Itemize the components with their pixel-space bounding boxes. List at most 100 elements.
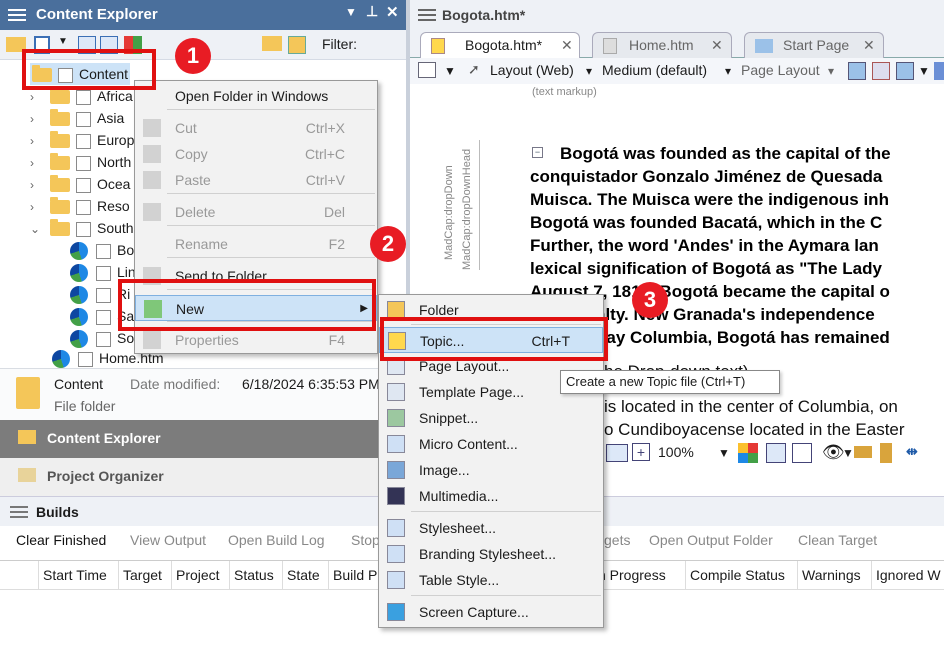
chevron-right-icon[interactable]: › — [30, 130, 46, 152]
dropdown-icon[interactable]: ▼ — [345, 5, 357, 19]
nav-project-organizer[interactable]: Project Organizer — [0, 458, 406, 496]
tree-item-folder[interactable]: › North — [30, 151, 131, 173]
new-item-icon[interactable] — [288, 36, 306, 54]
zoom-value[interactable]: 100% — [658, 444, 694, 460]
print-icon[interactable] — [848, 62, 866, 80]
hamburger-icon[interactable] — [8, 9, 26, 11]
fit-icon[interactable] — [606, 444, 628, 462]
tab-start-page[interactable]: Start Page ✕ — [744, 32, 884, 58]
fit-width-icon[interactable]: ⇹ — [906, 443, 918, 460]
table-icon[interactable] — [792, 443, 812, 463]
preview-icon[interactable] — [418, 62, 436, 78]
column-divider[interactable] — [229, 561, 230, 589]
column-header[interactable]: Status — [234, 567, 274, 583]
tree-item-folder[interactable]: › Europe — [30, 129, 142, 151]
tab-bogota[interactable]: Bogota.htm* ✕ — [420, 32, 580, 58]
submenu-item[interactable]: Screen Capture... — [379, 599, 603, 625]
close-icon[interactable]: ✕ — [386, 3, 399, 21]
submenu-item[interactable]: Table Style... — [379, 567, 603, 593]
menu-item[interactable]: Rename F2 — [135, 231, 377, 257]
checkbox[interactable] — [96, 243, 111, 259]
collapse-icon[interactable]: − — [532, 147, 543, 158]
column-divider[interactable] — [171, 561, 172, 589]
tree-item-folder[interactable]: › Asia — [30, 107, 124, 129]
column-divider[interactable] — [685, 561, 686, 589]
checkbox[interactable] — [76, 111, 91, 127]
submenu-item[interactable]: Micro Content... — [379, 431, 603, 457]
submenu-item[interactable]: Branding Stylesheet... — [379, 541, 603, 567]
close-icon[interactable]: ✕ — [561, 33, 573, 57]
column-divider[interactable] — [282, 561, 283, 589]
column-header[interactable]: Warnings — [802, 567, 861, 583]
display-icon[interactable] — [896, 62, 914, 80]
open-build-log-button[interactable]: Open Build Log — [228, 532, 325, 548]
column-header[interactable]: Project — [176, 567, 220, 583]
dropdown-icon[interactable]: ▼ — [918, 64, 930, 78]
new-folder-icon[interactable] — [262, 36, 282, 51]
submenu-item[interactable]: Stylesheet... — [379, 515, 603, 541]
targets-button[interactable]: gets — [604, 532, 630, 548]
column-header[interactable]: Compile Status — [690, 567, 785, 583]
close-icon[interactable]: ✕ — [863, 33, 875, 57]
column-divider[interactable] — [38, 561, 39, 589]
dropdown-icon[interactable]: ▼ — [58, 36, 68, 47]
checkbox[interactable] — [96, 331, 111, 347]
ruler-icon[interactable] — [854, 446, 872, 458]
menu-item[interactable]: Open Folder in Windows — [135, 83, 377, 109]
chevron-right-icon[interactable]: › — [30, 152, 46, 174]
checkbox[interactable] — [96, 265, 111, 281]
submenu-item[interactable]: Multimedia... — [379, 483, 603, 509]
chevron-right-icon[interactable]: › — [30, 108, 46, 130]
dropdown-icon[interactable]: ▾ — [828, 64, 834, 78]
checkbox[interactable] — [76, 177, 91, 193]
menu-item[interactable]: Cut Ctrl+X — [135, 115, 377, 141]
dropdown-icon[interactable]: ▼ — [842, 446, 854, 460]
checkbox[interactable] — [76, 89, 91, 105]
menu-item[interactable]: Copy Ctrl+C — [135, 141, 377, 167]
column-divider[interactable] — [328, 561, 329, 589]
open-output-folder-button[interactable]: Open Output Folder — [649, 532, 773, 548]
dropdown-icon[interactable]: ▾ — [725, 64, 731, 78]
clear-finished-button[interactable]: Clear Finished — [16, 532, 106, 548]
checkbox[interactable] — [76, 155, 91, 171]
tree-item-topic[interactable]: Bo — [70, 239, 134, 261]
view-output-button[interactable]: View Output — [130, 532, 206, 548]
menu-item[interactable]: Paste Ctrl+V — [135, 167, 377, 193]
checkbox[interactable] — [76, 199, 91, 215]
checkbox[interactable] — [76, 221, 91, 237]
nav-content-explorer[interactable]: Content Explorer — [0, 420, 406, 458]
column-header[interactable]: Target — [123, 567, 162, 583]
column-divider[interactable] — [797, 561, 798, 589]
layout-icon[interactable] — [766, 443, 786, 463]
chevron-down-icon[interactable]: ⌄ — [30, 218, 46, 240]
medium-select[interactable]: Medium (default) — [602, 62, 707, 78]
column-divider[interactable] — [118, 561, 119, 589]
clean-target-button[interactable]: Clean Target — [798, 532, 877, 548]
page-layout-select[interactable]: Page Layout — [741, 62, 820, 78]
dropdown-icon[interactable]: ▼ — [444, 64, 456, 78]
column-header[interactable]: State — [287, 567, 320, 583]
chevron-right-icon[interactable]: › — [30, 196, 46, 218]
close-icon[interactable]: ✕ — [711, 33, 723, 57]
dropdown-icon[interactable]: ▾ — [586, 64, 592, 78]
dropdown-icon[interactable]: ▼ — [718, 446, 730, 460]
checkbox[interactable] — [96, 287, 111, 303]
column-divider[interactable] — [871, 561, 872, 589]
more-icon[interactable] — [934, 62, 944, 80]
column-header[interactable]: Start Time — [43, 567, 107, 583]
menu-item[interactable]: Delete Del — [135, 199, 377, 225]
cursor-icon[interactable]: ➚ — [468, 61, 480, 78]
tab-home[interactable]: Home.htm ✕ — [592, 32, 732, 58]
layout-select[interactable]: Layout (Web) — [490, 62, 574, 78]
chevron-right-icon[interactable]: › — [30, 174, 46, 196]
zoom-in-icon[interactable]: + — [632, 443, 650, 461]
grid-icon[interactable] — [738, 443, 758, 463]
tree-item-folder[interactable]: ⌄ South — [30, 217, 134, 239]
pin-icon[interactable]: ⊥ — [366, 3, 378, 20]
submenu-item[interactable]: Image... — [379, 457, 603, 483]
hamburger-icon[interactable] — [10, 506, 28, 508]
checkbox[interactable] — [78, 351, 93, 367]
tree-item-folder[interactable]: › Ocea — [30, 173, 130, 195]
hamburger-icon[interactable] — [418, 9, 436, 11]
column-header[interactable]: Ignored W — [876, 567, 941, 583]
